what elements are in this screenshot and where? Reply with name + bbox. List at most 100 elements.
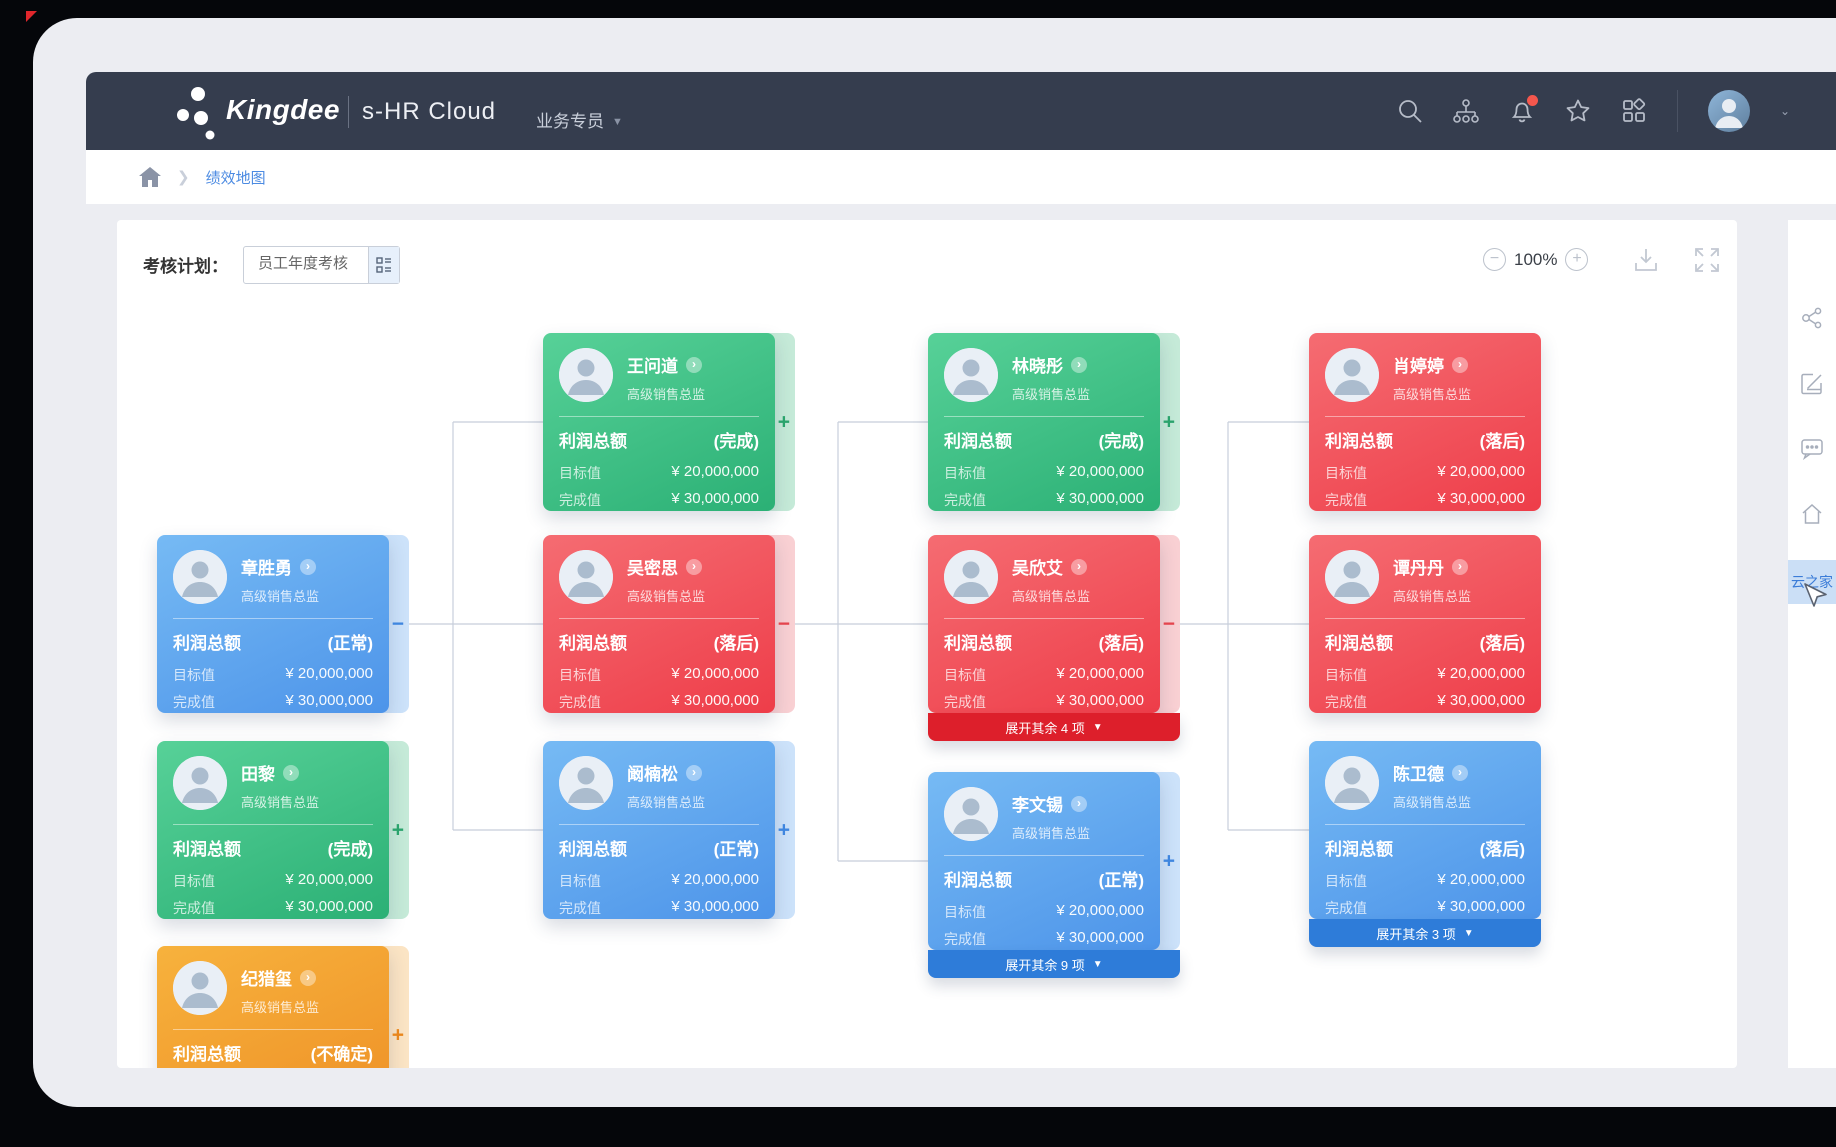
target-value: ¥ 20,000,000 bbox=[1437, 463, 1525, 483]
detail-chevron-icon[interactable]: › bbox=[1071, 357, 1087, 373]
target-label: 目标值 bbox=[1325, 463, 1367, 483]
employee-card-blue[interactable]: + 阚楠松 › 高级销售总监 利润总额 (正常) 目 bbox=[543, 741, 775, 919]
detail-chevron-icon[interactable]: › bbox=[1452, 765, 1468, 781]
achieved-label: 完成值 bbox=[1325, 692, 1367, 712]
role-menu[interactable]: 业务专员▼ bbox=[536, 107, 623, 132]
caret-down-icon: ▼ bbox=[1464, 928, 1474, 939]
expand-rest-button[interactable]: 展开其余 9 项▼ bbox=[928, 950, 1180, 978]
breadcrumb: ❯ 绩效地图 bbox=[86, 150, 1836, 204]
employee-card-red[interactable]: − 吴密思 › 高级销售总监 利润总额 (落后) 目 bbox=[543, 535, 775, 713]
zoom-in-button[interactable]: + bbox=[1565, 248, 1588, 271]
zoom-out-button[interactable]: − bbox=[1483, 248, 1506, 271]
expand-toggle[interactable]: + bbox=[392, 820, 404, 841]
employee-name: 田黎 bbox=[241, 760, 275, 785]
org-chart-icon[interactable] bbox=[1453, 98, 1479, 124]
detail-chevron-icon[interactable]: › bbox=[1071, 796, 1087, 812]
expand-toggle[interactable]: + bbox=[392, 1025, 404, 1046]
employee-card-green[interactable]: + 田黎 › 高级销售总监 利润总额 (完成) 目标 bbox=[157, 741, 389, 919]
detail-chevron-icon[interactable]: › bbox=[283, 765, 299, 781]
target-value: ¥ 20,000,000 bbox=[671, 871, 759, 891]
status-badge: (正常) bbox=[1099, 866, 1144, 891]
user-menu-chevron-icon[interactable]: ⌄ bbox=[1780, 104, 1790, 118]
achieved-value: ¥ 30,000,000 bbox=[1056, 692, 1144, 712]
brand-name: Kingdee bbox=[226, 94, 340, 126]
expand-toggle[interactable]: + bbox=[1163, 851, 1175, 872]
plan-list-icon[interactable] bbox=[368, 247, 399, 283]
employee-card-red[interactable]: 谭丹丹 › 高级销售总监 利润总额 (落后) 目标值 ¥ 20,000,000 … bbox=[1309, 535, 1541, 713]
detail-chevron-icon[interactable]: › bbox=[1452, 559, 1468, 575]
employee-card-blue[interactable]: + 李文锡 › 高级销售总监 利润总额 (正常) 目 bbox=[928, 772, 1160, 950]
star-icon[interactable] bbox=[1565, 98, 1591, 124]
metric-label: 利润总额 bbox=[1325, 427, 1393, 452]
metric-label: 利润总额 bbox=[173, 1040, 241, 1065]
search-icon[interactable] bbox=[1397, 98, 1423, 124]
edit-icon[interactable] bbox=[1800, 372, 1824, 396]
expand-toggle[interactable]: − bbox=[1163, 614, 1175, 635]
comment-icon[interactable] bbox=[1800, 436, 1824, 460]
fullscreen-icon[interactable] bbox=[1693, 246, 1721, 274]
status-badge: (落后) bbox=[1099, 629, 1144, 654]
apps-grid-icon[interactable] bbox=[1621, 98, 1647, 124]
target-label: 目标值 bbox=[944, 463, 986, 483]
status-badge: (落后) bbox=[714, 629, 759, 654]
achieved-value: ¥ 30,000,000 bbox=[285, 898, 373, 918]
expand-toggle[interactable]: + bbox=[1163, 412, 1175, 433]
home-outline-icon[interactable] bbox=[1800, 502, 1824, 526]
detail-chevron-icon[interactable]: › bbox=[300, 970, 316, 986]
yunzhijia-button[interactable]: 云之家 bbox=[1788, 560, 1836, 604]
brand-divider bbox=[348, 96, 349, 128]
employee-card-blue[interactable]: 陈卫德 › 高级销售总监 利润总额 (落后) 目标值 ¥ 20,000,000 … bbox=[1309, 741, 1541, 919]
employee-card-red[interactable]: − 吴欣艾 › 高级销售总监 利润总额 (落后) 目 bbox=[928, 535, 1160, 713]
target-label: 目标值 bbox=[173, 665, 215, 685]
avatar bbox=[559, 550, 613, 604]
avatar bbox=[944, 348, 998, 402]
detail-chevron-icon[interactable]: › bbox=[1071, 559, 1087, 575]
expand-rest-button[interactable]: 展开其余 4 项▼ bbox=[928, 713, 1180, 741]
avatar bbox=[559, 348, 613, 402]
plan-label: 考核计划： bbox=[143, 252, 228, 277]
detail-chevron-icon[interactable]: › bbox=[1452, 357, 1468, 373]
plan-select[interactable]: 员工年度考核 bbox=[243, 246, 400, 284]
bell-icon[interactable] bbox=[1509, 98, 1535, 124]
expand-rest-button[interactable]: 展开其余 3 项▼ bbox=[1309, 919, 1541, 947]
metric-label: 利润总额 bbox=[1325, 629, 1393, 654]
download-icon[interactable] bbox=[1632, 246, 1660, 274]
metric-label: 利润总额 bbox=[173, 629, 241, 654]
employee-name: 王问道 bbox=[627, 352, 678, 377]
target-value: ¥ 20,000,000 bbox=[1437, 665, 1525, 685]
employee-card-blue[interactable]: − 章胜勇 › 高级销售总监 利润总额 (正常) 目 bbox=[157, 535, 389, 713]
achieved-label: 完成值 bbox=[1325, 490, 1367, 510]
avatar bbox=[173, 756, 227, 810]
expand-toggle[interactable]: − bbox=[392, 614, 404, 635]
detail-chevron-icon[interactable]: › bbox=[686, 357, 702, 373]
share-icon[interactable] bbox=[1800, 306, 1824, 330]
employee-name: 纪猎玺 bbox=[241, 965, 292, 990]
employee-card-green[interactable]: + 王问道 › 高级销售总监 利润总额 (完成) 目 bbox=[543, 333, 775, 511]
employee-card-green[interactable]: + 林晓彤 › 高级销售总监 利润总额 (完成) 目 bbox=[928, 333, 1160, 511]
target-value: ¥ 20,000,000 bbox=[1056, 463, 1144, 483]
employee-card-red[interactable]: 肖婷婷 › 高级销售总监 利润总额 (落后) 目标值 ¥ 20,000,000 … bbox=[1309, 333, 1541, 511]
employee-title: 高级销售总监 bbox=[627, 384, 705, 403]
zoom-level: 100% bbox=[1514, 250, 1557, 270]
employee-name: 吴密思 bbox=[627, 554, 678, 579]
target-value: ¥ 20,000,000 bbox=[285, 665, 373, 685]
user-avatar[interactable] bbox=[1708, 90, 1750, 132]
achieved-value: ¥ 30,000,000 bbox=[1437, 692, 1525, 712]
employee-card-orange[interactable]: + 纪猎玺 › 高级销售总监 利润总额 (不确定) bbox=[157, 946, 389, 1068]
expand-toggle[interactable]: + bbox=[778, 412, 790, 433]
employee-title: 高级销售总监 bbox=[1393, 792, 1471, 811]
expand-toggle[interactable]: + bbox=[778, 820, 790, 841]
detail-chevron-icon[interactable]: › bbox=[686, 765, 702, 781]
breadcrumb-current[interactable]: 绩效地图 bbox=[206, 167, 266, 188]
app-window: Kingdee s-HR Cloud 业务专员▼ bbox=[33, 18, 1836, 1107]
home-icon[interactable] bbox=[139, 167, 161, 187]
expand-toggle[interactable]: − bbox=[778, 614, 790, 635]
detail-chevron-icon[interactable]: › bbox=[300, 559, 316, 575]
employee-name: 林晓彤 bbox=[1012, 352, 1063, 377]
achieved-label: 完成值 bbox=[1325, 898, 1367, 918]
status-badge: (完成) bbox=[328, 835, 373, 860]
avatar bbox=[173, 550, 227, 604]
employee-title: 高级销售总监 bbox=[1012, 384, 1090, 403]
avatar bbox=[1325, 348, 1379, 402]
detail-chevron-icon[interactable]: › bbox=[686, 559, 702, 575]
